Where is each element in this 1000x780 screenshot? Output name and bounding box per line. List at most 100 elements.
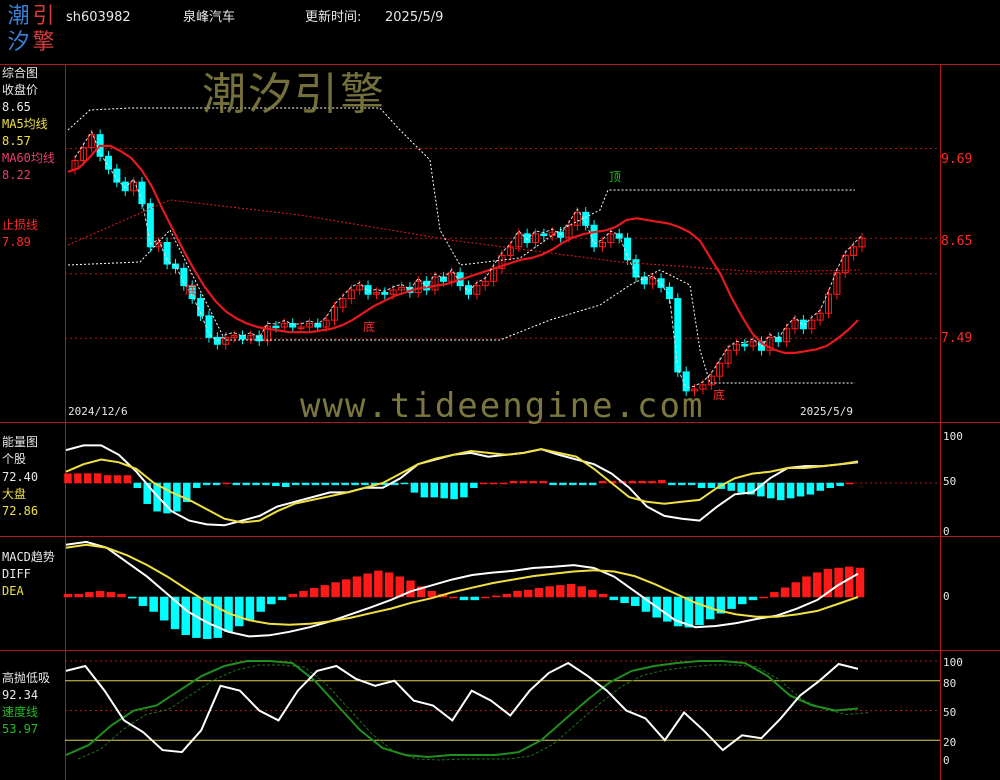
highlow-axis-100: 100 bbox=[943, 656, 963, 669]
energy-bar bbox=[697, 482, 706, 488]
candle-body bbox=[163, 242, 171, 265]
macd-bar bbox=[523, 589, 533, 598]
energy-bar bbox=[826, 482, 834, 488]
energy-bar bbox=[499, 482, 508, 485]
candle-body bbox=[464, 285, 473, 295]
energy-bar bbox=[222, 482, 231, 485]
energy-bar bbox=[668, 482, 676, 486]
macd-bar bbox=[780, 587, 790, 598]
macd-bar bbox=[406, 580, 415, 598]
candle-body bbox=[364, 285, 372, 295]
energy-bar bbox=[103, 475, 112, 484]
macd-bar bbox=[791, 582, 801, 598]
energy-bar bbox=[806, 482, 815, 495]
energy-bar bbox=[737, 482, 745, 493]
diff-label: DIFF bbox=[2, 567, 31, 581]
macd-bar bbox=[470, 596, 479, 601]
energy-bar bbox=[282, 482, 290, 488]
candle-body bbox=[640, 276, 648, 285]
macd-bar bbox=[309, 588, 319, 598]
top-annotation: 顶 bbox=[609, 170, 622, 184]
date-end: 2025/5/9 bbox=[800, 405, 853, 418]
macd-bar bbox=[374, 570, 383, 598]
close-value: 8.65 bbox=[2, 100, 31, 114]
energy-bar bbox=[341, 482, 349, 486]
macd-bar bbox=[342, 579, 351, 598]
macd-bar bbox=[352, 576, 362, 598]
energy-bar bbox=[816, 482, 825, 491]
bottom-annotation-3: 底 bbox=[713, 388, 726, 402]
macd-bar bbox=[588, 589, 597, 598]
energy-bar bbox=[707, 482, 716, 488]
energy-bar bbox=[677, 482, 686, 486]
energy-bar bbox=[796, 482, 805, 497]
highlow-panel-title: 高抛低吸 bbox=[2, 671, 51, 685]
macd-bar bbox=[363, 573, 372, 598]
speed-line-label: 速度线 bbox=[2, 705, 39, 719]
energy-bar bbox=[64, 473, 72, 484]
candle-body bbox=[674, 298, 682, 373]
candle-body bbox=[540, 233, 548, 237]
candle-body bbox=[624, 237, 632, 261]
macd-bar bbox=[481, 596, 490, 599]
macd-bar bbox=[577, 586, 586, 598]
stock-energy-value: 72.40 bbox=[2, 470, 39, 484]
macd-bar bbox=[277, 596, 287, 601]
macd-bar bbox=[812, 572, 822, 598]
ma60-line bbox=[67, 144, 859, 354]
energy-bar bbox=[232, 482, 241, 486]
candle-body bbox=[238, 335, 246, 340]
energy-bar bbox=[549, 482, 557, 486]
trend-dashed-line bbox=[67, 199, 861, 273]
stop-loss-value: 7.89 bbox=[2, 235, 31, 249]
candle-body bbox=[121, 181, 129, 192]
bottom-annotation-2: 底 bbox=[363, 320, 376, 334]
speed-line-value: 53.97 bbox=[2, 722, 39, 736]
candle-body bbox=[381, 292, 389, 295]
macd-bar bbox=[427, 590, 437, 598]
macd-bar bbox=[331, 582, 340, 598]
energy-bar bbox=[331, 482, 340, 486]
energy-bar bbox=[173, 482, 181, 512]
energy-bar bbox=[776, 482, 785, 501]
macd-bar bbox=[299, 590, 308, 598]
energy-bar bbox=[598, 480, 607, 484]
ma5-label: MA5均线 bbox=[2, 117, 48, 131]
energy-bar bbox=[687, 482, 696, 486]
energy-bar bbox=[192, 482, 201, 488]
macd-bar bbox=[513, 590, 522, 598]
energy-bar bbox=[727, 482, 735, 491]
candle-body bbox=[205, 315, 213, 338]
energy-bar bbox=[212, 482, 221, 486]
macd-bar bbox=[149, 596, 158, 612]
brand-watermark: 潮汐引擎 bbox=[202, 69, 386, 120]
energy-bar bbox=[113, 475, 122, 484]
dea-label: DEA bbox=[2, 584, 24, 598]
macd-bar bbox=[85, 592, 94, 598]
energy-bar bbox=[628, 480, 636, 484]
energy-bar bbox=[836, 482, 844, 487]
energy-bar bbox=[648, 480, 656, 484]
energy-bar bbox=[93, 473, 102, 484]
energy-bar bbox=[519, 480, 528, 484]
macd-bar bbox=[556, 585, 565, 598]
macd-bar bbox=[106, 592, 116, 598]
candle-body bbox=[657, 278, 665, 288]
macd-bar bbox=[802, 576, 811, 598]
macd-bar bbox=[855, 567, 865, 598]
date-start: 2024/12/6 bbox=[68, 405, 128, 418]
highlow-axis-20: 20 bbox=[943, 736, 957, 749]
energy-bar bbox=[460, 482, 468, 498]
macd-bar bbox=[181, 596, 190, 635]
bottom-annotation-1: 底 bbox=[185, 283, 198, 297]
energy-bar bbox=[321, 482, 330, 486]
macd-bar bbox=[127, 596, 137, 599]
macd-bar bbox=[74, 593, 83, 598]
energy-bar bbox=[242, 482, 250, 486]
macd-bar bbox=[160, 596, 169, 621]
energy-panel-title: 能量图 bbox=[2, 435, 39, 449]
energy-bar bbox=[569, 482, 577, 486]
energy-bar bbox=[272, 482, 280, 487]
energy-bar bbox=[767, 482, 775, 499]
macd-bar bbox=[384, 572, 394, 598]
